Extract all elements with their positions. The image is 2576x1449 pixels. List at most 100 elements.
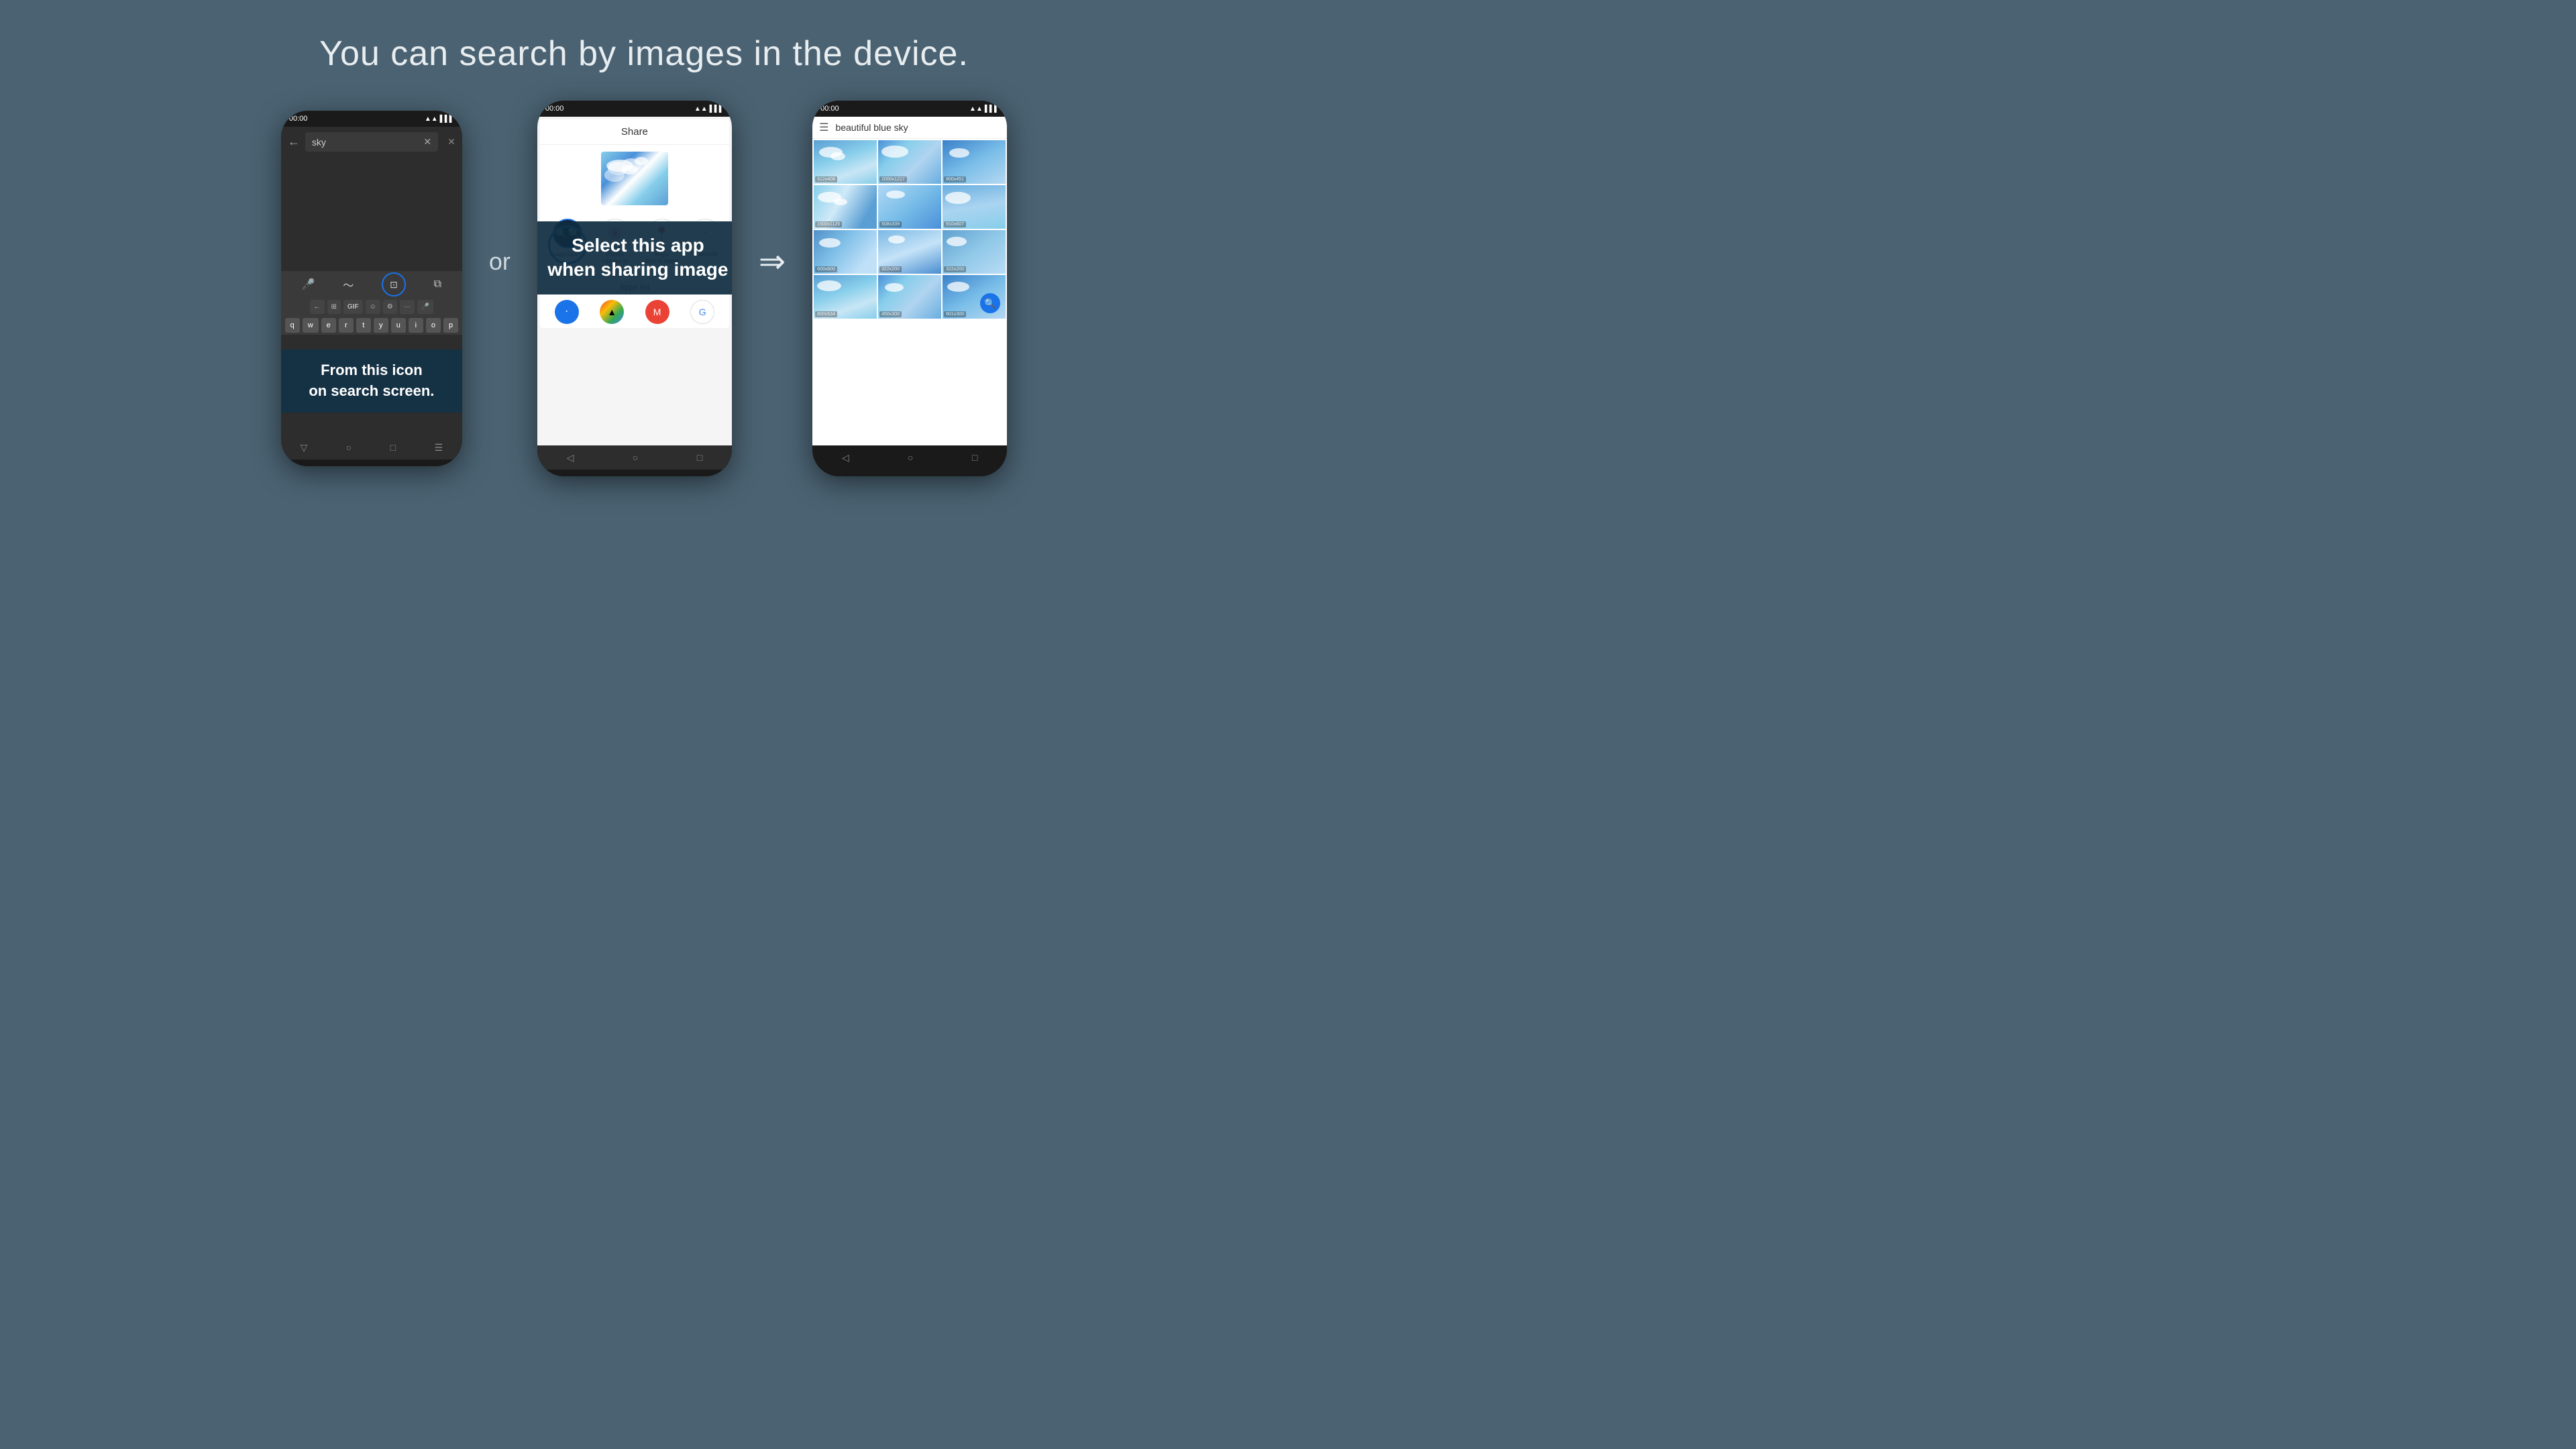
nav-menu-icon[interactable]: ☰ (435, 442, 443, 453)
nav2-square-icon[interactable]: □ (697, 452, 702, 463)
result-size-4: 1500x1125 (815, 221, 842, 227)
caption-line1: From this icon (321, 362, 423, 378)
drive-icon[interactable]: ▲ (600, 300, 624, 324)
search-fab-button[interactable]: 🔍 (980, 293, 1000, 313)
result-thumb-5[interactable]: 508x339 (878, 185, 941, 229)
clear-search-icon[interactable]: ✕ (423, 136, 431, 148)
search-bar-area: ← sky ✕ ✕ (281, 127, 462, 157)
result-thumb-6[interactable]: 910x607 (943, 185, 1006, 229)
kb-key-p[interactable]: p (443, 318, 458, 333)
kb-gif-btn[interactable]: GIF (343, 300, 363, 314)
result-size-7: 600x600 (815, 266, 837, 272)
nav3-back-icon[interactable]: ◁ (842, 452, 849, 464)
result-size-10: 800x534 (815, 311, 837, 317)
caption-line2: on search screen. (309, 382, 434, 399)
kb-key-u[interactable]: u (391, 318, 406, 333)
share-image-preview (540, 145, 729, 212)
result-thumb-10[interactable]: 800x534 (814, 275, 877, 319)
wifi2-icon: ▲▲ (694, 105, 708, 113)
image-search-toolbar-icon[interactable]: ⊡ (382, 272, 406, 297)
result-size-5: 508x339 (879, 221, 902, 227)
phone2-caption: Select this app when sharing image (537, 221, 732, 294)
result-size-6: 910x607 (944, 221, 966, 227)
result-thumb-8[interactable]: 322x200 (878, 230, 941, 274)
results-toolbar: ☰ beautiful blue sky (812, 117, 1007, 139)
kb-back-icon[interactable]: ← (310, 300, 325, 314)
phone1-bottom (281, 460, 462, 466)
nav3-square-icon[interactable]: □ (972, 452, 977, 463)
result-thumb-7[interactable]: 600x600 (814, 230, 877, 274)
phone1-signal: ▲▲ ▌▌▌ (425, 115, 454, 123)
search-input-box[interactable]: sky ✕ (305, 132, 438, 152)
nav-home-icon[interactable]: ○ (346, 442, 352, 453)
kb-key-o[interactable]: o (426, 318, 441, 333)
phone3-time: 00:00 (820, 105, 839, 113)
gmail-icon[interactable]: M (645, 300, 669, 324)
result-thumb-3[interactable]: 800x451 (943, 140, 1006, 184)
phone3-status-bar: 00:00 ▲▲ ▌▌▌ (812, 101, 1007, 117)
trending-icon[interactable]: 〜 (343, 276, 354, 292)
kb-key-i[interactable]: i (409, 318, 423, 333)
kb-tab-icon[interactable]: ⊞ (327, 300, 341, 314)
share-title: Share (540, 119, 729, 145)
result-thumb-9[interactable]: 322x200 (943, 230, 1006, 274)
kb-key-w[interactable]: w (303, 318, 319, 333)
hamburger-menu-icon[interactable]: ☰ (819, 121, 828, 134)
phone3-nav-bar: ◁ ○ □ (812, 445, 1007, 470)
signal2-icon: ▌▌▌ (710, 105, 724, 113)
phone3-screen: ☰ beautiful blue sky 612x408 2000x1217 8… (812, 117, 1007, 445)
phone2-time: 00:00 (545, 105, 564, 113)
results-grid: 612x408 2000x1217 800x451 1500x1125 (812, 139, 1007, 320)
result-thumb-2[interactable]: 2000x1217 (878, 140, 941, 184)
select-caption-line2: when sharing image (547, 259, 728, 280)
copy-icon[interactable]: ⧉ (434, 278, 441, 290)
search-query-result: beautiful blue sky (835, 122, 1000, 133)
nav2-back-icon[interactable]: ◁ (567, 452, 574, 464)
kb-key-y[interactable]: y (374, 318, 388, 333)
page-title: You can search by images in the device. (319, 34, 969, 74)
kb-settings-icon[interactable]: ⚙ (383, 300, 397, 314)
result-size-3: 800x451 (944, 176, 966, 182)
phone1-status-bar: 00:00 ▲▲ ▌▌▌ (281, 111, 462, 127)
share-apps-list-row: ᛫ ▲ M G (540, 296, 729, 328)
phone-3: 00:00 ▲▲ ▌▌▌ ☰ beautiful blue sky 612x40… (812, 101, 1007, 476)
phone1-time: 00:00 (289, 115, 308, 123)
back-arrow-icon[interactable]: ← (288, 135, 300, 149)
phone3-bottom (812, 470, 1007, 476)
phone3-signal: ▲▲ ▌▌▌ (969, 105, 999, 113)
result-thumb-11[interactable]: 450x300 (878, 275, 941, 319)
or-connector: or (489, 248, 511, 276)
kb-key-q[interactable]: q (285, 318, 300, 333)
nav-down-icon[interactable]: ▽ (301, 442, 308, 453)
mic-icon[interactable]: 🎤 (302, 278, 315, 291)
phone2-signal: ▲▲ ▌▌▌ (694, 105, 724, 113)
nav-square-icon[interactable]: □ (390, 442, 396, 453)
keyboard-toolbar: 🎤 〜 ⊡ ⧉ (281, 271, 462, 298)
close-search-icon[interactable]: ✕ (447, 136, 455, 148)
nav2-home-icon[interactable]: ○ (633, 452, 638, 463)
wifi3-icon: ▲▲ (969, 105, 983, 113)
share-preview-image (601, 152, 668, 205)
result-size-9: 322x200 (944, 266, 966, 272)
result-thumb-1[interactable]: 612x408 (814, 140, 877, 184)
bt-list-icon[interactable]: ᛫ (555, 300, 579, 324)
kb-key-e[interactable]: e (321, 318, 336, 333)
kb-key-t[interactable]: t (356, 318, 371, 333)
kb-key-r[interactable]: r (339, 318, 354, 333)
result-thumb-4[interactable]: 1500x1125 (814, 185, 877, 229)
arrow-connector: ⇒ (759, 243, 786, 280)
nav3-home-icon[interactable]: ○ (908, 452, 913, 463)
phone2-bottom (537, 470, 732, 476)
kb-more-icon[interactable]: ··· (400, 300, 415, 314)
phone2-nav-bar: ◁ ○ □ (537, 445, 732, 470)
result-size-12: 601x300 (944, 311, 966, 317)
kb-special-row: ← ⊞ GIF ☺ ⚙ ··· 🎤 (281, 298, 462, 316)
keyboard: ← ⊞ GIF ☺ ⚙ ··· 🎤 q w e r t y u (281, 298, 462, 335)
kb-row-qwerty: q w e r t y u i o p (281, 316, 462, 335)
phones-container: 00:00 ▲▲ ▌▌▌ ← sky ✕ ✕ 🎤 〜 (0, 101, 1288, 476)
result-thumb-12[interactable]: 601x300 🔍 (943, 275, 1006, 319)
kb-mic2-icon[interactable]: 🎤 (417, 300, 433, 314)
kb-emoji-icon[interactable]: ☺ (366, 300, 380, 314)
google-icon[interactable]: G (690, 300, 714, 324)
result-size-8: 322x200 (879, 266, 902, 272)
